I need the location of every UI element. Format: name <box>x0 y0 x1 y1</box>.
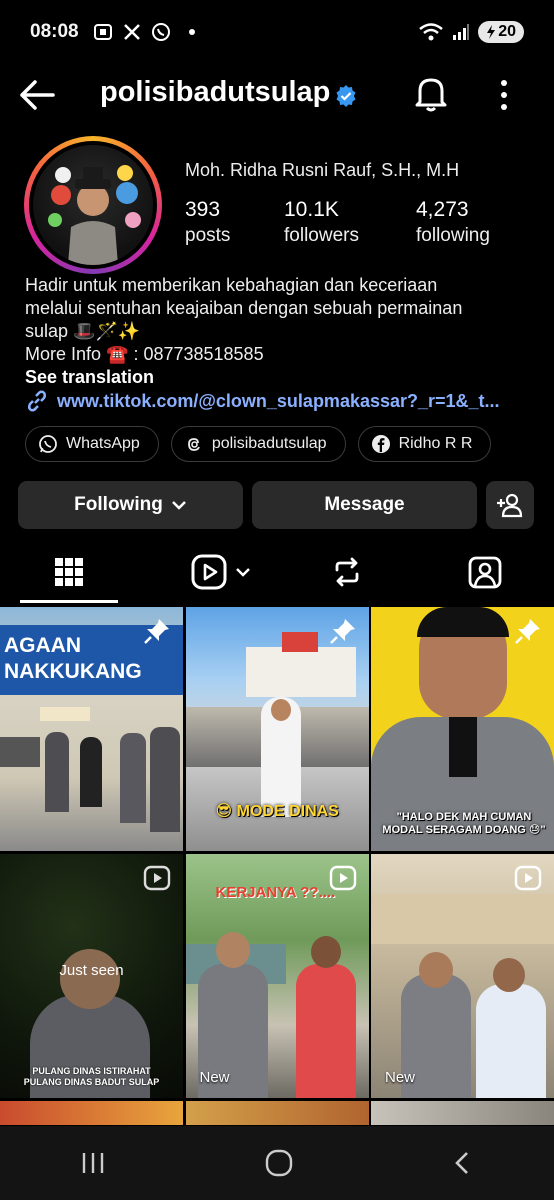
more-vertical-icon[interactable] <box>494 78 514 112</box>
bell-icon[interactable] <box>412 74 450 114</box>
reposts-icon <box>335 557 359 587</box>
profile-full-name: Moh. Ridha Rusni Rauf, S.H., M.H <box>185 160 460 180</box>
system-nav-bar <box>0 1126 554 1200</box>
home-icon[interactable] <box>264 1148 294 1178</box>
suggested-users-button[interactable] <box>486 481 534 529</box>
pin-icon <box>515 619 540 644</box>
recent-apps-icon[interactable] <box>79 1149 107 1177</box>
post-thumbnail[interactable] <box>185 1101 369 1125</box>
whatsapp-status-icon <box>151 23 170 41</box>
profile-actions: Following Message <box>18 481 534 529</box>
chip-threads[interactable]: polisibadutsulap <box>170 426 346 462</box>
post-thumbnail[interactable]: Just seen PULANG DINAS ISTIRAHAT PULANG … <box>0 854 183 1098</box>
contact-chips: WhatsApp polisibadutsulap Ridho R R <box>25 426 492 462</box>
following-button[interactable]: Following <box>18 481 243 529</box>
chevron-down-icon <box>236 568 250 577</box>
x-app-icon <box>123 24 140 40</box>
avatar-image <box>33 145 153 265</box>
stat-following[interactable]: 4,273 following <box>416 198 490 247</box>
post-thumbnail[interactable]: 😎 MODE DINAS <box>185 607 369 851</box>
posts-grid: AGAAN NAKKUKANG 😎 MODE DINAS "HALO DEK M… <box>0 607 554 1098</box>
tagged-icon <box>468 556 502 589</box>
chip-facebook[interactable]: Ridho R R <box>357 426 492 462</box>
pin-icon <box>329 619 355 644</box>
stat-followers[interactable]: 10.1K followers <box>284 198 359 247</box>
new-badge: New <box>199 1069 230 1086</box>
posts-grid-partial-row <box>0 1101 554 1125</box>
post-thumbnail[interactable]: New <box>371 854 554 1098</box>
back-nav-icon[interactable] <box>451 1149 475 1177</box>
new-badge: New <box>385 1069 416 1086</box>
reel-icon <box>143 865 171 891</box>
status-bar: 08:08 20 <box>0 0 554 64</box>
whatsapp-icon <box>39 435 57 453</box>
wifi-icon <box>419 23 443 41</box>
profile-tabs <box>0 540 554 604</box>
tab-tagged[interactable] <box>420 540 550 604</box>
battery-indicator: 20 <box>478 21 524 43</box>
post-thumbnail[interactable] <box>371 1101 554 1125</box>
active-tab-indicator <box>20 600 118 603</box>
threads-icon <box>187 438 200 451</box>
charging-icon <box>487 25 496 39</box>
add-user-icon <box>497 493 523 518</box>
post-thumbnail[interactable]: "HALO DEK MAH CUMAN MODAL SERAGAM DOANG … <box>371 607 554 851</box>
chip-whatsapp[interactable]: WhatsApp <box>25 426 159 462</box>
profile-link[interactable]: www.tiktok.com/@clown_sulapmakassar?_r=1… <box>25 389 535 413</box>
link-icon <box>27 390 47 412</box>
stat-posts[interactable]: 393 posts <box>185 198 230 247</box>
tab-reposts[interactable] <box>282 540 412 604</box>
post-thumbnail[interactable]: AGAAN NAKKUKANG <box>0 607 183 851</box>
profile-username: polisibadutsulap <box>100 76 331 108</box>
tab-reels[interactable] <box>156 540 286 604</box>
pin-icon <box>144 619 169 644</box>
screen-record-icon <box>93 24 112 40</box>
status-time: 08:08 <box>30 21 79 42</box>
signal-icon <box>453 24 470 40</box>
reel-icon <box>514 865 542 891</box>
tab-posts-grid[interactable] <box>4 540 134 604</box>
grid-icon <box>55 558 83 586</box>
profile-avatar[interactable] <box>24 136 162 274</box>
profile-header: polisibadutsulap <box>0 64 554 126</box>
chevron-down-icon <box>171 501 186 510</box>
profile-bio: Hadir untuk memberikan kebahagian dan ke… <box>25 274 535 389</box>
facebook-icon <box>371 435 390 453</box>
post-thumbnail[interactable] <box>0 1101 183 1125</box>
reels-icon <box>191 554 227 590</box>
notification-dot-icon <box>188 29 195 35</box>
message-button[interactable]: Message <box>252 481 477 529</box>
arrow-left-icon[interactable] <box>18 78 56 112</box>
post-thumbnail[interactable]: KERJANYA ??.... New <box>185 854 369 1098</box>
reel-icon <box>329 865 356 891</box>
verified-badge-icon <box>336 85 356 107</box>
see-translation-link[interactable]: See translation <box>25 366 535 389</box>
